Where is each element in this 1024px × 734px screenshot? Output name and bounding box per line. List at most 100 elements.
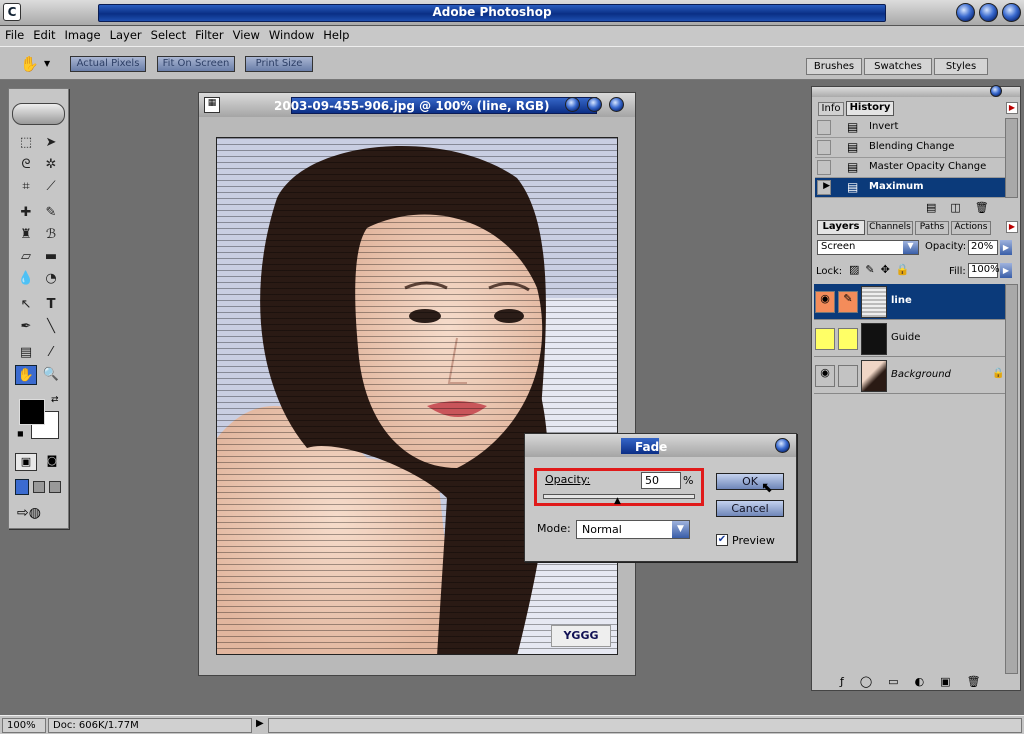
- blur-tool-icon[interactable]: 💧: [15, 269, 37, 289]
- eyedropper-tool-icon[interactable]: ⁄: [40, 343, 62, 363]
- chevron-right-icon[interactable]: ▶: [1000, 263, 1012, 278]
- menu-window[interactable]: Window: [264, 26, 318, 42]
- screen-mode-full-icon[interactable]: [49, 481, 61, 493]
- history-brush-tool-icon[interactable]: ℬ: [40, 225, 62, 245]
- menu-file[interactable]: File: [0, 26, 28, 42]
- menu-edit[interactable]: Edit: [28, 26, 59, 42]
- foreground-color-swatch-top[interactable]: [19, 399, 45, 425]
- chevron-down-icon[interactable]: ▼: [672, 521, 689, 538]
- history-item-selected[interactable]: ▶ ▤ Maximum: [815, 178, 1005, 198]
- tool-preset-dropdown-icon[interactable]: ▼: [44, 59, 50, 68]
- tab-swatches[interactable]: Swatches: [864, 58, 932, 75]
- fade-close-button[interactable]: [775, 438, 790, 453]
- history-scrollbar[interactable]: [1005, 118, 1018, 198]
- screen-mode-full-menu-icon[interactable]: [33, 481, 45, 493]
- print-size-button[interactable]: Print Size: [245, 56, 313, 72]
- lock-options-icons[interactable]: ▨✎✥🔒: [849, 263, 916, 276]
- opacity-input[interactable]: [641, 472, 681, 489]
- doc-close-button[interactable]: [609, 97, 624, 112]
- hand-tool-icon[interactable]: ✋: [15, 365, 37, 385]
- history-item[interactable]: ▤ Master Opacity Change: [815, 158, 1005, 178]
- marquee-tool-icon[interactable]: ⬚: [15, 133, 37, 153]
- slice-tool-icon[interactable]: ⟋: [40, 177, 62, 197]
- tab-history[interactable]: History: [846, 101, 894, 116]
- path-selection-tool-icon[interactable]: ↖: [15, 295, 37, 315]
- mode-select[interactable]: Normal ▼: [576, 520, 690, 539]
- swap-colors-icon[interactable]: ⇄: [51, 395, 59, 405]
- link-toggle[interactable]: [838, 365, 858, 387]
- lasso-tool-icon[interactable]: ᘓ: [15, 155, 37, 175]
- link-toggle[interactable]: [838, 328, 858, 350]
- tab-layers[interactable]: Layers: [817, 220, 865, 235]
- fit-on-screen-button[interactable]: Fit On Screen: [157, 56, 235, 72]
- history-footer-icons[interactable]: ▤◫🗑: [926, 201, 1003, 214]
- clone-stamp-tool-icon[interactable]: ♜: [15, 225, 37, 245]
- preview-checkbox[interactable]: ✔: [716, 534, 728, 546]
- visibility-toggle[interactable]: [815, 328, 835, 350]
- history-menu-icon[interactable]: ▶: [1006, 102, 1018, 114]
- layer-row-line[interactable]: ◉ ✎ line: [814, 284, 1006, 320]
- menu-layer[interactable]: Layer: [105, 26, 146, 42]
- zoom-tool-icon[interactable]: 🔍: [40, 365, 62, 385]
- image-canvas[interactable]: YGGG: [216, 137, 618, 655]
- dodge-tool-icon[interactable]: ◔: [40, 269, 62, 289]
- chevron-down-icon[interactable]: ▼: [903, 241, 918, 254]
- doc-maximize-button[interactable]: [587, 97, 602, 112]
- eraser-tool-icon[interactable]: ▱: [15, 247, 37, 267]
- status-menu-arrow-icon[interactable]: ▶: [256, 718, 264, 729]
- history-brush-source-icon[interactable]: [817, 120, 831, 135]
- menu-filter[interactable]: Filter: [190, 26, 227, 42]
- brush-tool-icon[interactable]: ✎: [40, 203, 62, 223]
- tab-brushes[interactable]: Brushes: [806, 58, 862, 75]
- doc-minimize-button[interactable]: [565, 97, 580, 112]
- panel-close-button[interactable]: [990, 85, 1002, 97]
- maximize-button[interactable]: [979, 3, 998, 22]
- minimize-button[interactable]: [956, 3, 975, 22]
- chevron-right-icon[interactable]: ▶: [1000, 240, 1012, 255]
- type-tool-icon[interactable]: T: [40, 295, 62, 315]
- brush-icon[interactable]: ✎: [838, 291, 858, 313]
- menu-help[interactable]: Help: [318, 26, 353, 42]
- hand-tool-icon[interactable]: ✋: [20, 55, 39, 73]
- actual-pixels-button[interactable]: Actual Pixels: [70, 56, 146, 72]
- move-tool-icon[interactable]: ➤: [40, 133, 62, 153]
- healing-brush-tool-icon[interactable]: ✚: [15, 203, 37, 223]
- history-brush-source-icon[interactable]: [817, 160, 831, 175]
- layers-footer-icons[interactable]: ƒ◯▭◐▣🗑: [840, 675, 997, 688]
- eye-icon[interactable]: ◉: [815, 365, 835, 387]
- jump-to-imageready-icon[interactable]: ⇨◍: [17, 505, 41, 521]
- tab-paths[interactable]: Paths: [915, 221, 949, 235]
- default-colors-icon[interactable]: ◼: [17, 429, 24, 438]
- magic-wand-tool-icon[interactable]: ✲: [40, 155, 62, 175]
- ok-button[interactable]: OK: [716, 473, 784, 490]
- pen-tool-icon[interactable]: ✒: [15, 317, 37, 337]
- layer-opacity-input[interactable]: 20%: [968, 240, 998, 255]
- notes-tool-icon[interactable]: ▤: [15, 343, 37, 363]
- tab-info[interactable]: Info: [818, 102, 844, 116]
- tab-styles[interactable]: Styles: [934, 58, 988, 75]
- menu-image[interactable]: Image: [60, 26, 105, 42]
- history-brush-source-icon[interactable]: [817, 140, 831, 155]
- photoshop-logo-icon[interactable]: C: [3, 3, 21, 21]
- screen-mode-standard-icon[interactable]: [15, 479, 29, 495]
- fill-input[interactable]: 100%: [968, 263, 1000, 278]
- history-item[interactable]: ▤ Blending Change: [815, 138, 1005, 158]
- quick-mask-mode-icon[interactable]: ◙: [41, 453, 63, 471]
- tab-actions[interactable]: Actions: [951, 221, 991, 235]
- zoom-field[interactable]: 100%: [2, 718, 46, 733]
- cancel-button[interactable]: Cancel: [716, 500, 784, 517]
- line-tool-icon[interactable]: ╲: [40, 317, 62, 337]
- gradient-tool-icon[interactable]: ▬: [40, 247, 62, 267]
- menu-view[interactable]: View: [228, 26, 264, 42]
- history-item[interactable]: ▤ Invert: [815, 118, 1005, 138]
- tab-channels[interactable]: Channels: [867, 221, 913, 235]
- crop-tool-icon[interactable]: ⌗: [15, 177, 37, 197]
- close-button[interactable]: [1002, 3, 1021, 22]
- layers-menu-icon[interactable]: ▶: [1006, 221, 1018, 233]
- blend-mode-select[interactable]: Screen ▼: [817, 240, 919, 255]
- layers-scrollbar[interactable]: [1005, 284, 1018, 674]
- standard-mode-icon[interactable]: ▣: [15, 453, 37, 471]
- layer-row-background[interactable]: ◉ Background 🔒: [814, 358, 1006, 394]
- eye-icon[interactable]: ◉: [815, 291, 835, 313]
- opacity-slider-thumb[interactable]: ▲: [614, 496, 621, 506]
